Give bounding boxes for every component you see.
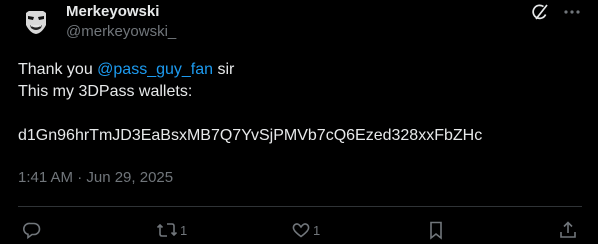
- repost-button[interactable]: 1: [156, 219, 187, 241]
- post-text-line-2: This my 3DPass wallets:: [18, 83, 193, 100]
- post-text-suffix: sir: [213, 61, 235, 78]
- user-handle[interactable]: @merkeyowski_: [66, 23, 176, 40]
- share-icon: [558, 220, 578, 240]
- more-icon[interactable]: [562, 2, 582, 22]
- repost-count: 1: [180, 222, 188, 238]
- mention-link[interactable]: @pass_guy_fan: [97, 61, 213, 78]
- bookmark-button[interactable]: [426, 219, 446, 241]
- reply-icon: [22, 220, 42, 240]
- heart-icon: [291, 220, 311, 240]
- like-count: 1: [313, 222, 321, 238]
- wallet-address: d1Gn96hrTmJD3EaBsxMB7Q7YvSjPMVb7cQ6Ezed3…: [18, 127, 483, 144]
- display-name[interactable]: Merkeyowski: [66, 3, 159, 20]
- share-button[interactable]: [558, 219, 578, 241]
- post-text-line-1: Thank you @pass_guy_fan sir: [18, 59, 588, 81]
- reply-button[interactable]: [22, 219, 42, 241]
- like-button[interactable]: 1: [291, 219, 320, 241]
- grok-icon[interactable]: [530, 2, 550, 22]
- divider: [18, 206, 582, 207]
- post-timestamp[interactable]: 1:41 AM · Jun 29, 2025: [18, 169, 173, 186]
- repost-icon: [156, 220, 178, 240]
- post-text: Thank you @pass_guy_fan sir This my 3DPa…: [18, 59, 588, 147]
- avatar[interactable]: [18, 3, 54, 39]
- bookmark-icon: [426, 220, 446, 240]
- post-text-prefix: Thank you: [18, 61, 98, 78]
- post-top-icons: [530, 2, 582, 22]
- post: Merkeyowski @merkeyowski_ Thank you @pas…: [0, 0, 598, 244]
